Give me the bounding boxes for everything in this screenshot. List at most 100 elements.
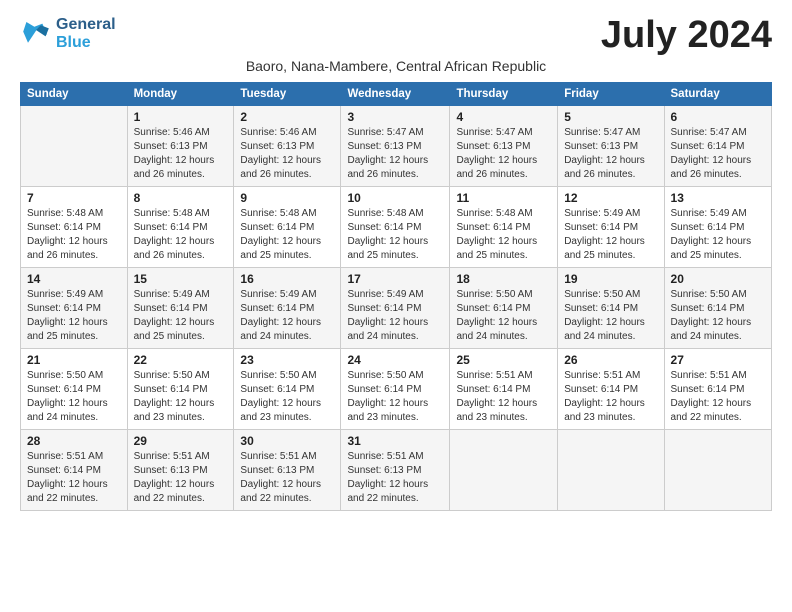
- day-info: Sunrise: 5:51 AM Sunset: 6:13 PM Dayligh…: [347, 450, 443, 506]
- day-info: Sunrise: 5:48 AM Sunset: 6:14 PM Dayligh…: [134, 207, 228, 263]
- day-info: Sunrise: 5:49 AM Sunset: 6:14 PM Dayligh…: [240, 288, 334, 344]
- day-number: 3: [347, 110, 443, 124]
- day-number: 25: [456, 353, 551, 367]
- day-info: Sunrise: 5:46 AM Sunset: 6:13 PM Dayligh…: [134, 126, 228, 182]
- day-info: Sunrise: 5:50 AM Sunset: 6:14 PM Dayligh…: [347, 369, 443, 425]
- calendar-cell: 5 Sunrise: 5:47 AM Sunset: 6:13 PM Daylig…: [558, 106, 664, 187]
- day-info: Sunrise: 5:49 AM Sunset: 6:14 PM Dayligh…: [347, 288, 443, 344]
- day-number: 26: [564, 353, 657, 367]
- calendar-cell: 12 Sunrise: 5:49 AM Sunset: 6:14 PM Dayli…: [558, 187, 664, 268]
- calendar-cell: 16Sunrise: 5:49 AM Sunset: 6:14 PM Dayli…: [234, 268, 341, 349]
- day-number: 2: [240, 110, 334, 124]
- col-sunday: Sunday: [21, 83, 128, 106]
- subtitle: Baoro, Nana-Mambere, Central African Rep…: [20, 58, 772, 74]
- logo-blue: Blue: [56, 34, 116, 52]
- calendar-cell: 28 Sunrise: 5:51 AM Sunset: 6:14 PM Dayli…: [21, 430, 128, 511]
- logo-text: General Blue: [56, 16, 116, 51]
- day-info: Sunrise: 5:50 AM Sunset: 6:14 PM Dayligh…: [564, 288, 657, 344]
- day-number: 11: [456, 191, 551, 205]
- calendar-header-row: Sunday Monday Tuesday Wednesday Thursday…: [21, 83, 772, 106]
- calendar-cell: 20Sunrise: 5:50 AM Sunset: 6:14 PM Dayli…: [664, 268, 771, 349]
- calendar-cell: 13Sunrise: 5:49 AM Sunset: 6:14 PM Dayli…: [664, 187, 771, 268]
- header: General Blue July 2024: [20, 16, 772, 54]
- col-friday: Friday: [558, 83, 664, 106]
- calendar-row: 1 Sunrise: 5:46 AM Sunset: 6:13 PM Daylig…: [21, 106, 772, 187]
- calendar-cell: 30 Sunrise: 5:51 AM Sunset: 6:13 PM Dayli…: [234, 430, 341, 511]
- calendar-cell: 3 Sunrise: 5:47 AM Sunset: 6:13 PM Daylig…: [341, 106, 450, 187]
- logo: General Blue: [20, 16, 116, 51]
- col-saturday: Saturday: [664, 83, 771, 106]
- calendar-row: 21 Sunrise: 5:50 AM Sunset: 6:14 PM Dayli…: [21, 349, 772, 430]
- day-number: 18: [456, 272, 551, 286]
- day-info: Sunrise: 5:49 AM Sunset: 6:14 PM Dayligh…: [134, 288, 228, 344]
- calendar-cell: 23 Sunrise: 5:50 AM Sunset: 6:14 PM Dayli…: [234, 349, 341, 430]
- day-number: 12: [564, 191, 657, 205]
- day-info: Sunrise: 5:47 AM Sunset: 6:13 PM Dayligh…: [347, 126, 443, 182]
- col-wednesday: Wednesday: [341, 83, 450, 106]
- col-tuesday: Tuesday: [234, 83, 341, 106]
- day-number: 15: [134, 272, 228, 286]
- calendar-cell: 8Sunrise: 5:48 AM Sunset: 6:14 PM Daylig…: [127, 187, 234, 268]
- day-info: Sunrise: 5:48 AM Sunset: 6:14 PM Dayligh…: [347, 207, 443, 263]
- calendar-cell: 21 Sunrise: 5:50 AM Sunset: 6:14 PM Dayli…: [21, 349, 128, 430]
- calendar-cell: [21, 106, 128, 187]
- calendar-cell: 27 Sunrise: 5:51 AM Sunset: 6:14 PM Dayli…: [664, 349, 771, 430]
- day-number: 21: [27, 353, 121, 367]
- day-number: 10: [347, 191, 443, 205]
- day-number: 9: [240, 191, 334, 205]
- calendar-cell: 2Sunrise: 5:46 AM Sunset: 6:13 PM Daylig…: [234, 106, 341, 187]
- day-info: Sunrise: 5:51 AM Sunset: 6:14 PM Dayligh…: [27, 450, 121, 506]
- calendar-cell: 15 Sunrise: 5:49 AM Sunset: 6:14 PM Dayli…: [127, 268, 234, 349]
- logo-general: General: [56, 16, 116, 34]
- day-number: 7: [27, 191, 121, 205]
- day-info: Sunrise: 5:48 AM Sunset: 6:14 PM Dayligh…: [456, 207, 551, 263]
- calendar-cell: 17 Sunrise: 5:49 AM Sunset: 6:14 PM Dayli…: [341, 268, 450, 349]
- day-info: Sunrise: 5:51 AM Sunset: 6:14 PM Dayligh…: [564, 369, 657, 425]
- calendar-cell: 29Sunrise: 5:51 AM Sunset: 6:13 PM Dayli…: [127, 430, 234, 511]
- day-number: 22: [134, 353, 228, 367]
- calendar-cell: 10 Sunrise: 5:48 AM Sunset: 6:14 PM Dayli…: [341, 187, 450, 268]
- day-info: Sunrise: 5:47 AM Sunset: 6:13 PM Dayligh…: [564, 126, 657, 182]
- calendar-cell: 11 Sunrise: 5:48 AM Sunset: 6:14 PM Dayli…: [450, 187, 558, 268]
- day-number: 24: [347, 353, 443, 367]
- calendar-cell: 6Sunrise: 5:47 AM Sunset: 6:14 PM Daylig…: [664, 106, 771, 187]
- day-info: Sunrise: 5:51 AM Sunset: 6:13 PM Dayligh…: [240, 450, 334, 506]
- title-area: July 2024: [601, 16, 772, 54]
- day-number: 19: [564, 272, 657, 286]
- day-info: Sunrise: 5:48 AM Sunset: 6:14 PM Dayligh…: [27, 207, 121, 263]
- day-number: 5: [564, 110, 657, 124]
- day-info: Sunrise: 5:49 AM Sunset: 6:14 PM Dayligh…: [27, 288, 121, 344]
- day-number: 1: [134, 110, 228, 124]
- day-info: Sunrise: 5:50 AM Sunset: 6:14 PM Dayligh…: [27, 369, 121, 425]
- calendar-cell: 18Sunrise: 5:50 AM Sunset: 6:14 PM Dayli…: [450, 268, 558, 349]
- day-number: 30: [240, 434, 334, 448]
- calendar-cell: [558, 430, 664, 511]
- calendar-cell: 19 Sunrise: 5:50 AM Sunset: 6:14 PM Dayli…: [558, 268, 664, 349]
- calendar-row: 14Sunrise: 5:49 AM Sunset: 6:14 PM Dayli…: [21, 268, 772, 349]
- month-title: July 2024: [601, 16, 772, 54]
- day-number: 23: [240, 353, 334, 367]
- day-info: Sunrise: 5:50 AM Sunset: 6:14 PM Dayligh…: [671, 288, 765, 344]
- calendar-cell: 26 Sunrise: 5:51 AM Sunset: 6:14 PM Dayli…: [558, 349, 664, 430]
- day-number: 28: [27, 434, 121, 448]
- day-info: Sunrise: 5:50 AM Sunset: 6:14 PM Dayligh…: [240, 369, 334, 425]
- col-monday: Monday: [127, 83, 234, 106]
- day-info: Sunrise: 5:47 AM Sunset: 6:14 PM Dayligh…: [671, 126, 765, 182]
- day-info: Sunrise: 5:51 AM Sunset: 6:14 PM Dayligh…: [456, 369, 551, 425]
- calendar-cell: 31Sunrise: 5:51 AM Sunset: 6:13 PM Dayli…: [341, 430, 450, 511]
- calendar-cell: 25 Sunrise: 5:51 AM Sunset: 6:14 PM Dayli…: [450, 349, 558, 430]
- calendar-cell: 1 Sunrise: 5:46 AM Sunset: 6:13 PM Daylig…: [127, 106, 234, 187]
- page: General Blue July 2024 Baoro, Nana-Mambe…: [0, 0, 792, 521]
- day-number: 17: [347, 272, 443, 286]
- day-number: 13: [671, 191, 765, 205]
- calendar-cell: [664, 430, 771, 511]
- day-info: Sunrise: 5:49 AM Sunset: 6:14 PM Dayligh…: [564, 207, 657, 263]
- calendar-cell: 4Sunrise: 5:47 AM Sunset: 6:13 PM Daylig…: [450, 106, 558, 187]
- day-number: 27: [671, 353, 765, 367]
- calendar-cell: [450, 430, 558, 511]
- logo-icon: [20, 20, 52, 48]
- calendar-cell: 9Sunrise: 5:48 AM Sunset: 6:14 PM Daylig…: [234, 187, 341, 268]
- day-info: Sunrise: 5:51 AM Sunset: 6:13 PM Dayligh…: [134, 450, 228, 506]
- day-info: Sunrise: 5:51 AM Sunset: 6:14 PM Dayligh…: [671, 369, 765, 425]
- day-number: 4: [456, 110, 551, 124]
